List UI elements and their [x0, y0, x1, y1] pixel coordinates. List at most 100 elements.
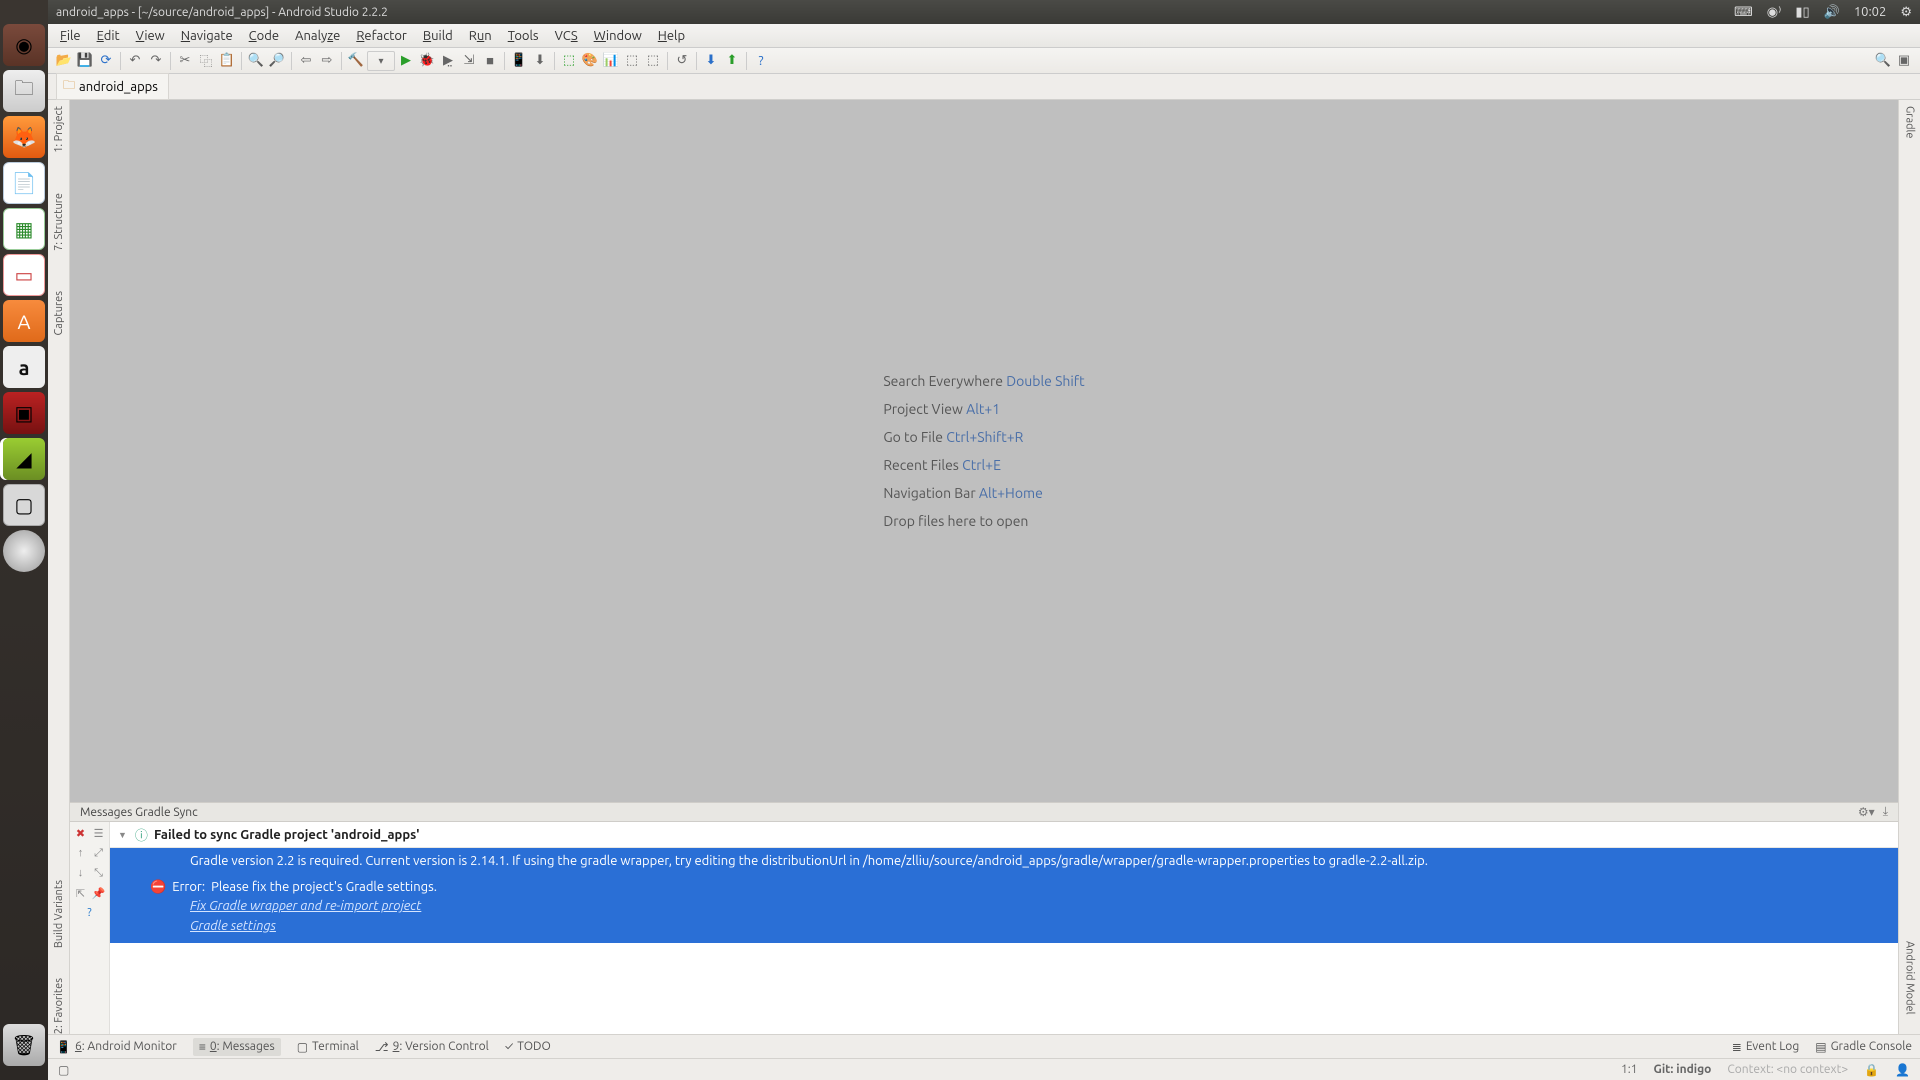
save-icon[interactable]: 💾	[75, 51, 95, 71]
breadcrumb-root[interactable]: 🗀 android_apps	[56, 73, 169, 100]
expand-icon[interactable]: ⤢	[92, 846, 106, 860]
vcs-commit-icon[interactable]: ⬆	[722, 51, 742, 71]
theme-icon[interactable]: 🎨	[580, 51, 600, 71]
copy-icon[interactable]: ⿻	[196, 51, 216, 71]
help-icon[interactable]: ?	[83, 906, 97, 920]
launcher-dash-icon[interactable]: ◉	[3, 24, 45, 66]
redo-icon[interactable]: ↷	[146, 51, 166, 71]
open-icon[interactable]: 📂	[54, 51, 74, 71]
status-lock-icon[interactable]: 🔒	[1864, 1063, 1879, 1077]
sync-icon[interactable]: ⟳	[96, 51, 116, 71]
status-position[interactable]: 1:1	[1621, 1063, 1638, 1076]
launcher-writer-icon[interactable]: 📄	[3, 162, 45, 204]
pin-icon[interactable]: 📌	[92, 886, 106, 900]
toggle-tools-icon[interactable]: ▣	[1894, 51, 1914, 71]
stop-icon[interactable]: ■	[480, 51, 500, 71]
replace-icon[interactable]: 🔎	[267, 51, 287, 71]
search-everywhere-icon[interactable]: 🔍	[1873, 51, 1893, 71]
messages-error-title[interactable]: ▼ ⓘ Failed to sync Gradle project 'andro…	[110, 822, 1898, 848]
make-icon[interactable]: 🔨	[346, 51, 366, 71]
messages-error-detail[interactable]: Gradle version 2.2 is required. Current …	[110, 848, 1898, 943]
menu-tools[interactable]: Tools	[502, 27, 545, 45]
status-git[interactable]: Git: indigo	[1654, 1063, 1712, 1076]
chevron-down-icon[interactable]: ▼	[118, 830, 127, 840]
menu-file[interactable]: File	[54, 27, 87, 45]
run-coverage-icon[interactable]: ▶̤	[438, 51, 458, 71]
launcher-trash-icon[interactable]: 🗑	[3, 1024, 45, 1066]
launcher-firefox-icon[interactable]: 🦊	[3, 116, 45, 158]
link-fix-wrapper[interactable]: Fix Gradle wrapper and re-import project	[190, 899, 421, 913]
tool-structure[interactable]: 7: Structure	[53, 193, 65, 251]
forward-icon[interactable]: ⇨	[317, 51, 337, 71]
launcher-device-icon[interactable]: ▢	[3, 484, 45, 526]
wifi-icon[interactable]: ◉⁾	[1767, 5, 1782, 20]
attach-icon[interactable]: ⇲	[459, 51, 479, 71]
launcher-android-studio-icon[interactable]: ◢	[3, 438, 45, 480]
tab-todo[interactable]: ✓ TODO	[505, 1040, 551, 1053]
editor-empty-area[interactable]: Search Everywhere Double Shift Project V…	[70, 100, 1898, 802]
menu-help[interactable]: Help	[652, 27, 691, 45]
capture-icon[interactable]: ⬚	[622, 51, 642, 71]
tab-gradle-console[interactable]: ▤ Gradle Console	[1815, 1040, 1912, 1054]
battery-icon[interactable]: ▮▯	[1795, 5, 1809, 20]
avd-icon[interactable]: 📱	[509, 51, 529, 71]
tool-gradle[interactable]: Gradle	[1904, 106, 1916, 139]
tab-terminal[interactable]: ▢ Terminal	[297, 1040, 359, 1054]
launcher-amazon-icon[interactable]: a	[3, 346, 45, 388]
menu-analyze[interactable]: Analyze	[289, 27, 346, 45]
back-icon[interactable]: ⇦	[296, 51, 316, 71]
launcher-software-icon[interactable]: A	[3, 300, 45, 342]
menu-run[interactable]: Run	[463, 27, 498, 45]
tab-version-control[interactable]: ⎇ 9: Version Control	[375, 1040, 489, 1054]
monitor-icon[interactable]: 📊	[601, 51, 621, 71]
export-icon[interactable]: ⇱	[74, 886, 88, 900]
menu-build[interactable]: Build	[417, 27, 459, 45]
gear-icon[interactable]: ⚙	[1900, 5, 1912, 20]
filter-icon[interactable]: ☰	[92, 826, 106, 840]
menu-window[interactable]: Window	[588, 27, 648, 45]
status-toggle-icon[interactable]: ▢	[58, 1063, 69, 1077]
minimize-icon[interactable]: ⤓	[1883, 805, 1888, 819]
tool-captures[interactable]: Captures	[53, 291, 65, 335]
clock[interactable]: 10:02	[1854, 5, 1887, 19]
tab-messages[interactable]: ≡ 0: Messages	[193, 1038, 281, 1056]
revert-icon[interactable]: ↺	[672, 51, 692, 71]
hierarchy-icon[interactable]: ⬚	[643, 51, 663, 71]
keyboard-icon[interactable]: ⌨	[1734, 5, 1753, 20]
sdk-icon[interactable]: ⬇	[530, 51, 550, 71]
tool-project[interactable]: 1: Project	[53, 106, 65, 153]
launcher-app-icon[interactable]: ▣	[3, 392, 45, 434]
vcs-update-icon[interactable]: ⬇	[701, 51, 721, 71]
tab-event-log[interactable]: ≣ Event Log	[1732, 1040, 1799, 1054]
status-context[interactable]: Context: <no context>	[1727, 1063, 1848, 1076]
paste-icon[interactable]: 📋	[217, 51, 237, 71]
tool-build-variants[interactable]: Build Variants	[53, 880, 65, 948]
menu-view[interactable]: View	[130, 27, 171, 45]
close-icon[interactable]: ✖	[74, 826, 88, 840]
run-icon[interactable]: ▶	[396, 51, 416, 71]
status-hector-icon[interactable]: 👤	[1895, 1063, 1910, 1077]
menu-edit[interactable]: Edit	[91, 27, 126, 45]
tool-android-model[interactable]: Android Model	[1904, 941, 1916, 1014]
link-gradle-settings[interactable]: Gradle settings	[190, 919, 276, 933]
launcher-impress-icon[interactable]: ▭	[3, 254, 45, 296]
menu-navigate[interactable]: Navigate	[175, 27, 239, 45]
menu-code[interactable]: Code	[243, 27, 285, 45]
menu-vcs[interactable]: VCS	[549, 27, 584, 45]
undo-icon[interactable]: ↶	[125, 51, 145, 71]
cut-icon[interactable]: ✂	[175, 51, 195, 71]
collapse-icon[interactable]: ⤡	[92, 866, 106, 880]
tab-android-monitor[interactable]: 📱 6: Android Monitor	[56, 1040, 177, 1054]
down-icon[interactable]: ↓	[74, 866, 88, 880]
find-icon[interactable]: 🔍	[246, 51, 266, 71]
sound-icon[interactable]: 🔊	[1824, 5, 1840, 20]
up-icon[interactable]: ↑	[74, 846, 88, 860]
menu-refactor[interactable]: Refactor	[350, 27, 413, 45]
launcher-disc-icon[interactable]	[3, 530, 45, 572]
tool-favorites[interactable]: 2: Favorites	[53, 978, 65, 1034]
launcher-calc-icon[interactable]: ▦	[3, 208, 45, 250]
help-icon[interactable]: ?	[751, 51, 771, 71]
debug-icon[interactable]: 🐞	[417, 51, 437, 71]
layout-icon[interactable]: ⬚	[559, 51, 579, 71]
launcher-files-icon[interactable]: 🗀	[3, 70, 45, 112]
